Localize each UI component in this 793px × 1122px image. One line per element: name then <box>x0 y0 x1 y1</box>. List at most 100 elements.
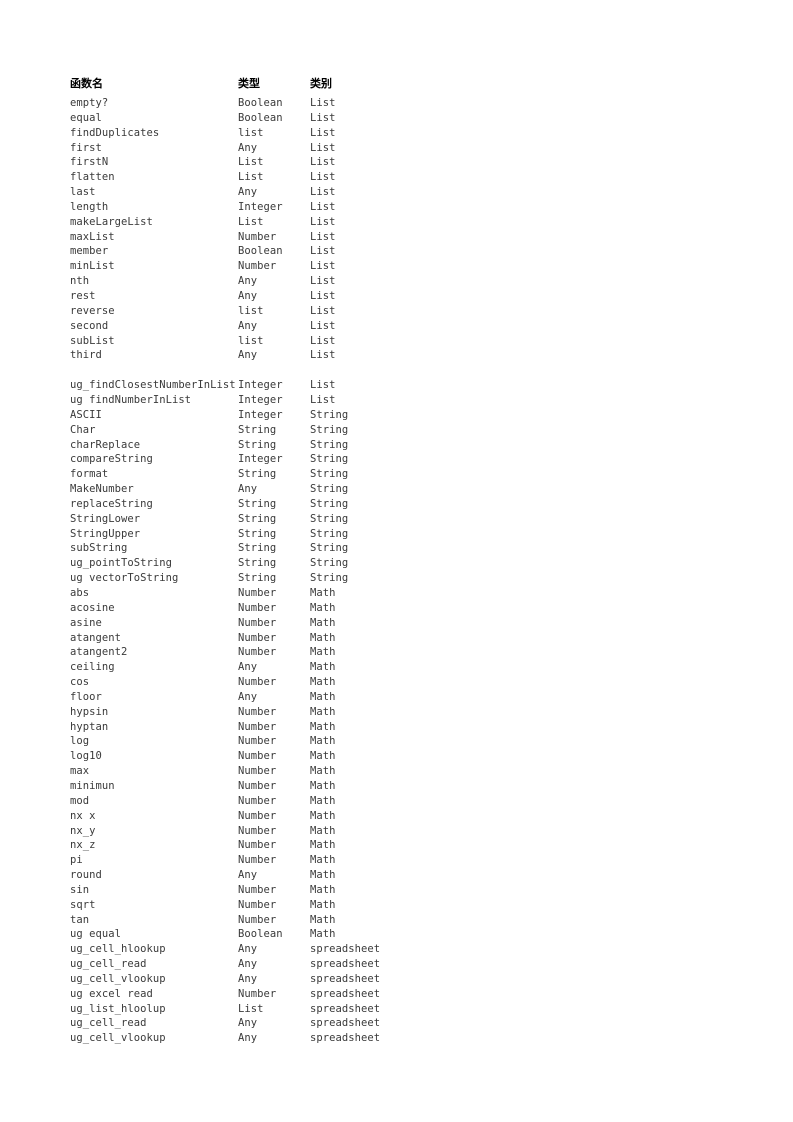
cell-function-name: StringLower <box>70 512 141 525</box>
cell-type: Number <box>238 705 277 718</box>
cell-type: String <box>238 557 277 570</box>
cell-category: List <box>310 289 336 302</box>
cell-type: Boolean <box>238 928 283 941</box>
table-row: ug_cell_read Any spreadsheet <box>70 1016 490 1031</box>
cell-category: List <box>310 334 336 347</box>
cell-function-name: mod <box>70 794 90 807</box>
table-row: nx_z Number Math <box>70 838 490 853</box>
cell-function-name: asine <box>70 616 102 629</box>
cell-type: String <box>238 438 277 451</box>
cell-function-name: atangent2 <box>70 646 128 659</box>
table-row: ug_cell_read Any spreadsheet <box>70 957 490 972</box>
table-row: acosine Number Math <box>70 601 490 616</box>
table-row: log Number Math <box>70 734 490 749</box>
cell-category: Math <box>310 898 336 911</box>
cell-type: String <box>238 423 277 436</box>
cell-type: Boolean <box>238 111 283 124</box>
table-row: nx_y Number Math <box>70 824 490 839</box>
cell-function-name: rest <box>70 289 96 302</box>
cell-function-name: third <box>70 349 102 362</box>
cell-function-name: subString <box>70 542 128 555</box>
cell-type: Any <box>238 141 258 154</box>
cell-type: String <box>238 527 277 540</box>
cell-category: List <box>310 394 336 407</box>
cell-type: Number <box>238 779 277 792</box>
table-row: ug excel read Number spreadsheet <box>70 987 490 1002</box>
cell-category: Math <box>310 661 336 674</box>
column-header-category: 类别 <box>310 77 332 90</box>
cell-function-name: hyptan <box>70 720 109 733</box>
table-row: floor Any Math <box>70 690 490 705</box>
cell-function-name: sqrt <box>70 898 96 911</box>
cell-type: String <box>238 497 277 510</box>
table-row: findDuplicates list List <box>70 126 490 141</box>
cell-type: Any <box>238 661 258 674</box>
table-row: ug_list_hloolup List spreadsheet <box>70 1002 490 1017</box>
cell-category: Math <box>310 601 336 614</box>
table-row: max Number Math <box>70 764 490 779</box>
cell-category: Math <box>310 587 336 599</box>
cell-function-name: ug findNumberInList <box>70 394 192 407</box>
cell-type: Integer <box>238 408 283 421</box>
table-row: ASCII Integer String <box>70 408 490 423</box>
cell-function-name: ASCII <box>70 408 102 421</box>
cell-category: List <box>310 111 336 124</box>
cell-type: list <box>238 334 264 347</box>
cell-category: List <box>310 171 336 184</box>
cell-category: List <box>310 319 336 332</box>
table-row: charReplace String String <box>70 438 490 453</box>
cell-function-name: maxList <box>70 230 115 243</box>
cell-type: Number <box>238 854 277 867</box>
cell-function-name: ug_cell_read <box>70 1017 147 1030</box>
cell-category: Math <box>310 794 336 807</box>
cell-function-name: first <box>70 141 102 154</box>
cell-function-name: compareString <box>70 453 153 466</box>
cell-function-name: hypsin <box>70 705 109 718</box>
cell-function-name: StringUpper <box>70 527 141 540</box>
cell-function-name: minList <box>70 260 115 273</box>
cell-type: Number <box>238 898 277 911</box>
cell-function-name: ug_cell_vlookup <box>70 972 166 985</box>
cell-category: List <box>310 97 336 109</box>
cell-type: Any <box>238 275 258 288</box>
cell-function-name: tan <box>70 913 90 926</box>
table-row: StringUpper String String <box>70 527 490 542</box>
function-reference-table-container: 函数名 类型 类别 empty? Boolean List equal Boolean L… <box>70 74 490 1046</box>
cell-type: String <box>238 468 277 481</box>
table-row: compareString Integer String <box>70 452 490 467</box>
cell-category: List <box>310 275 336 288</box>
cell-category: Math <box>310 809 336 822</box>
function-reference-table: 函数名 类型 类别 empty? Boolean List equal Boolean L… <box>70 74 490 1046</box>
cell-type: Number <box>238 913 277 926</box>
cell-function-name: minimun <box>70 779 115 792</box>
cell-type: Number <box>238 824 277 837</box>
cell-category: String <box>310 527 349 540</box>
cell-type: String <box>238 572 277 585</box>
cell-type: Boolean <box>238 245 283 258</box>
cell-category: String <box>310 557 349 570</box>
table-row: member Boolean List <box>70 244 490 259</box>
cell-type: list <box>238 304 264 317</box>
table-row: mod Number Math <box>70 794 490 809</box>
cell-type: Any <box>238 349 258 362</box>
cell-type: Number <box>238 794 277 807</box>
cell-type: Number <box>238 765 277 778</box>
cell-category: String <box>310 468 349 481</box>
cell-function-name: format <box>70 468 109 481</box>
table-row: ug_cell_vlookup Any spreadsheet <box>70 1031 490 1046</box>
table-row: subList list List <box>70 334 490 349</box>
table-row: atangent2 Number Math <box>70 645 490 660</box>
cell-category: Math <box>310 839 336 852</box>
cell-type: Any <box>238 690 258 703</box>
cell-function-name: subList <box>70 334 115 347</box>
cell-function-name: nx x <box>70 809 96 822</box>
cell-function-name: reverse <box>70 304 115 317</box>
cell-category: String <box>310 408 349 421</box>
cell-type: Number <box>238 646 277 659</box>
cell-type: Number <box>238 883 277 896</box>
column-header-type: 类型 <box>238 77 260 90</box>
cell-type: Any <box>238 186 258 199</box>
cell-function-name: abs <box>70 587 90 599</box>
cell-function-name: makeLargeList <box>70 215 153 228</box>
cell-category: String <box>310 438 349 451</box>
